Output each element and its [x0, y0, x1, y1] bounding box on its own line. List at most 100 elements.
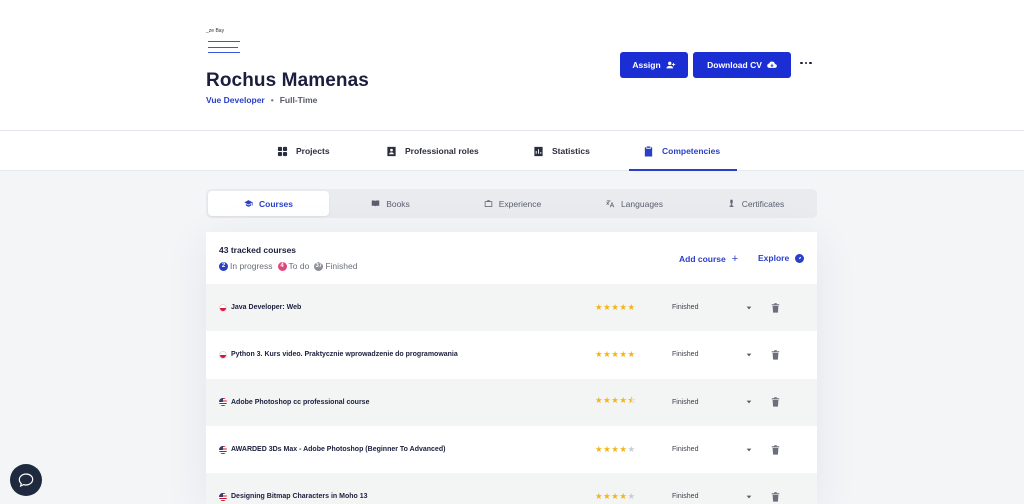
- trash-icon[interactable]: [770, 350, 780, 360]
- finished-label: Finished: [325, 261, 358, 271]
- course-title[interactable]: AWARDED 3Ds Max - Adobe Photoshop (Begin…: [231, 446, 445, 453]
- star-full-icon: ★: [627, 302, 636, 313]
- course-title[interactable]: Adobe Photoshop cc professional course: [231, 399, 369, 406]
- tab-professional-roles[interactable]: Professional roles: [386, 131, 479, 171]
- active-tab-indicator: [629, 169, 737, 171]
- star-full-icon: ★: [595, 302, 604, 313]
- subtab-certificates[interactable]: Certificates: [696, 191, 815, 216]
- plus-icon: +: [731, 253, 739, 265]
- tab-projects-label: Projects: [296, 146, 330, 156]
- chat-button[interactable]: [10, 464, 42, 496]
- star-full-icon: ★: [595, 395, 604, 406]
- competency-subtabs: Courses Books Experience Languages Certi…: [206, 189, 817, 218]
- star-full-icon: ★: [595, 349, 604, 360]
- trophy-icon: [729, 199, 734, 207]
- chevron-down-icon[interactable]: [744, 492, 754, 502]
- poland-flag-icon: [219, 350, 227, 359]
- graduation-cap-icon: [244, 200, 253, 207]
- more-options-icon[interactable]: [799, 57, 813, 69]
- legend-todo: 4 To do: [277, 261, 309, 271]
- tab-competencies[interactable]: Competencies: [643, 131, 720, 171]
- subtab-books[interactable]: Books: [330, 191, 451, 216]
- courses-card: 43 tracked courses 2 In progress 4 To do…: [206, 232, 817, 504]
- add-user-icon: [666, 61, 675, 69]
- course-title[interactable]: Python 3. Kurs video. Praktycznie wprowa…: [231, 351, 458, 358]
- tracked-courses-count: 43 tracked courses: [219, 245, 297, 255]
- briefcase-icon: [484, 200, 492, 207]
- todo-count: 4: [277, 261, 287, 271]
- star-full-icon: ★: [627, 349, 636, 360]
- course-row[interactable]: Java Developer: Web ★★★★★ Finished: [206, 284, 817, 332]
- chevron-down-icon[interactable]: [744, 397, 754, 407]
- course-list: Java Developer: Web ★★★★★ Finished Python 3…: [206, 284, 817, 504]
- tab-statistics-label: Statistics: [552, 146, 590, 156]
- star-half-icon: ⯪: [627, 395, 637, 406]
- clipboard-icon: [644, 145, 653, 157]
- trash-icon[interactable]: [770, 492, 780, 502]
- trash-icon[interactable]: [770, 444, 780, 455]
- tab-professional-roles-label: Professional roles: [405, 146, 479, 156]
- grid-icon: [277, 146, 288, 156]
- company-logo: _ze Bay: [206, 28, 246, 54]
- download-cv-button[interactable]: Download CV: [693, 52, 791, 78]
- explore-button[interactable]: Explore: [758, 253, 805, 263]
- star-empty-icon: ★: [627, 491, 636, 502]
- rating-stars: ★★★★★: [595, 349, 636, 360]
- employee-role: Vue Developer: [206, 95, 265, 105]
- main-nav: Projects Professional roles Statistics C…: [0, 131, 1024, 171]
- separator-dot: •: [270, 95, 274, 105]
- explore-label: Explore: [758, 253, 790, 263]
- subtab-certificates-label: Certificates: [741, 198, 785, 209]
- tab-competencies-label: Competencies: [662, 146, 721, 156]
- subtab-experience-label: Experience: [498, 198, 542, 209]
- subtab-languages-label: Languages: [620, 198, 664, 209]
- course-row[interactable]: Designing Bitmap Characters in Moho 13 ★★…: [206, 473, 817, 504]
- chevron-down-icon[interactable]: [744, 303, 754, 313]
- course-row[interactable]: Python 3. Kurs video. Praktycznie wprowa…: [206, 331, 817, 379]
- rating-stars: ★★★★★: [595, 491, 636, 502]
- chevron-down-icon[interactable]: [744, 445, 754, 455]
- trash-icon[interactable]: [770, 302, 780, 313]
- usa-flag-icon: [219, 398, 227, 407]
- star-empty-icon: ★: [627, 444, 636, 455]
- usa-flag-icon: [219, 445, 227, 454]
- star-full-icon: ★: [619, 302, 628, 313]
- cloud-download-icon: [767, 61, 777, 68]
- trash-icon[interactable]: [770, 397, 780, 407]
- download-cv-label: Download CV: [707, 60, 762, 70]
- course-row[interactable]: Adobe Photoshop cc professional course ★ ★…: [206, 378, 817, 426]
- subtab-courses-label: Courses: [258, 198, 293, 209]
- course-title[interactable]: Java Developer: Web: [231, 304, 301, 311]
- chevron-down-icon[interactable]: [744, 350, 754, 360]
- tab-projects[interactable]: Projects: [277, 131, 330, 171]
- star-full-icon: ★: [619, 444, 628, 455]
- rating-stars: ★★★★★: [595, 302, 636, 313]
- legend-in-progress: 2 In progress: [219, 261, 273, 271]
- assign-button-label: Assign: [632, 60, 661, 70]
- star-full-icon: ★: [595, 444, 604, 455]
- course-status: Finished: [672, 304, 699, 312]
- course-status: Finished: [672, 493, 699, 501]
- poland-flag-icon: [219, 303, 227, 312]
- subtab-courses[interactable]: Courses: [208, 191, 329, 216]
- chat-bubble-icon: [18, 473, 34, 488]
- finished-count: 37: [314, 261, 324, 271]
- course-status-legend: 2 In progress 4 To do 37 Finished: [219, 261, 362, 271]
- tab-statistics[interactable]: Statistics: [533, 131, 590, 171]
- rating-stars: ★★★★★: [595, 444, 636, 455]
- course-row[interactable]: AWARDED 3Ds Max - Adobe Photoshop (Begin…: [206, 425, 817, 474]
- course-title[interactable]: Designing Bitmap Characters in Moho 13: [231, 493, 368, 500]
- subtab-languages[interactable]: Languages: [574, 191, 695, 216]
- add-course-button[interactable]: Add course +: [679, 253, 738, 265]
- employee-subtitle: Vue Developer • Full-Time: [206, 95, 317, 105]
- course-status: Finished: [672, 398, 699, 406]
- id-card-icon: [387, 146, 396, 156]
- translate-icon: [606, 200, 615, 208]
- in-progress-label: In progress: [230, 261, 273, 271]
- subtab-books-label: Books: [386, 198, 410, 209]
- profile-header: _ze Bay Rochus Mamenas Vue Developer • F…: [0, 0, 1024, 131]
- subtab-experience[interactable]: Experience: [452, 191, 573, 216]
- assign-button[interactable]: Assign: [620, 52, 688, 78]
- star-full-icon: ★: [619, 491, 628, 502]
- star-full-icon: ★: [595, 491, 604, 502]
